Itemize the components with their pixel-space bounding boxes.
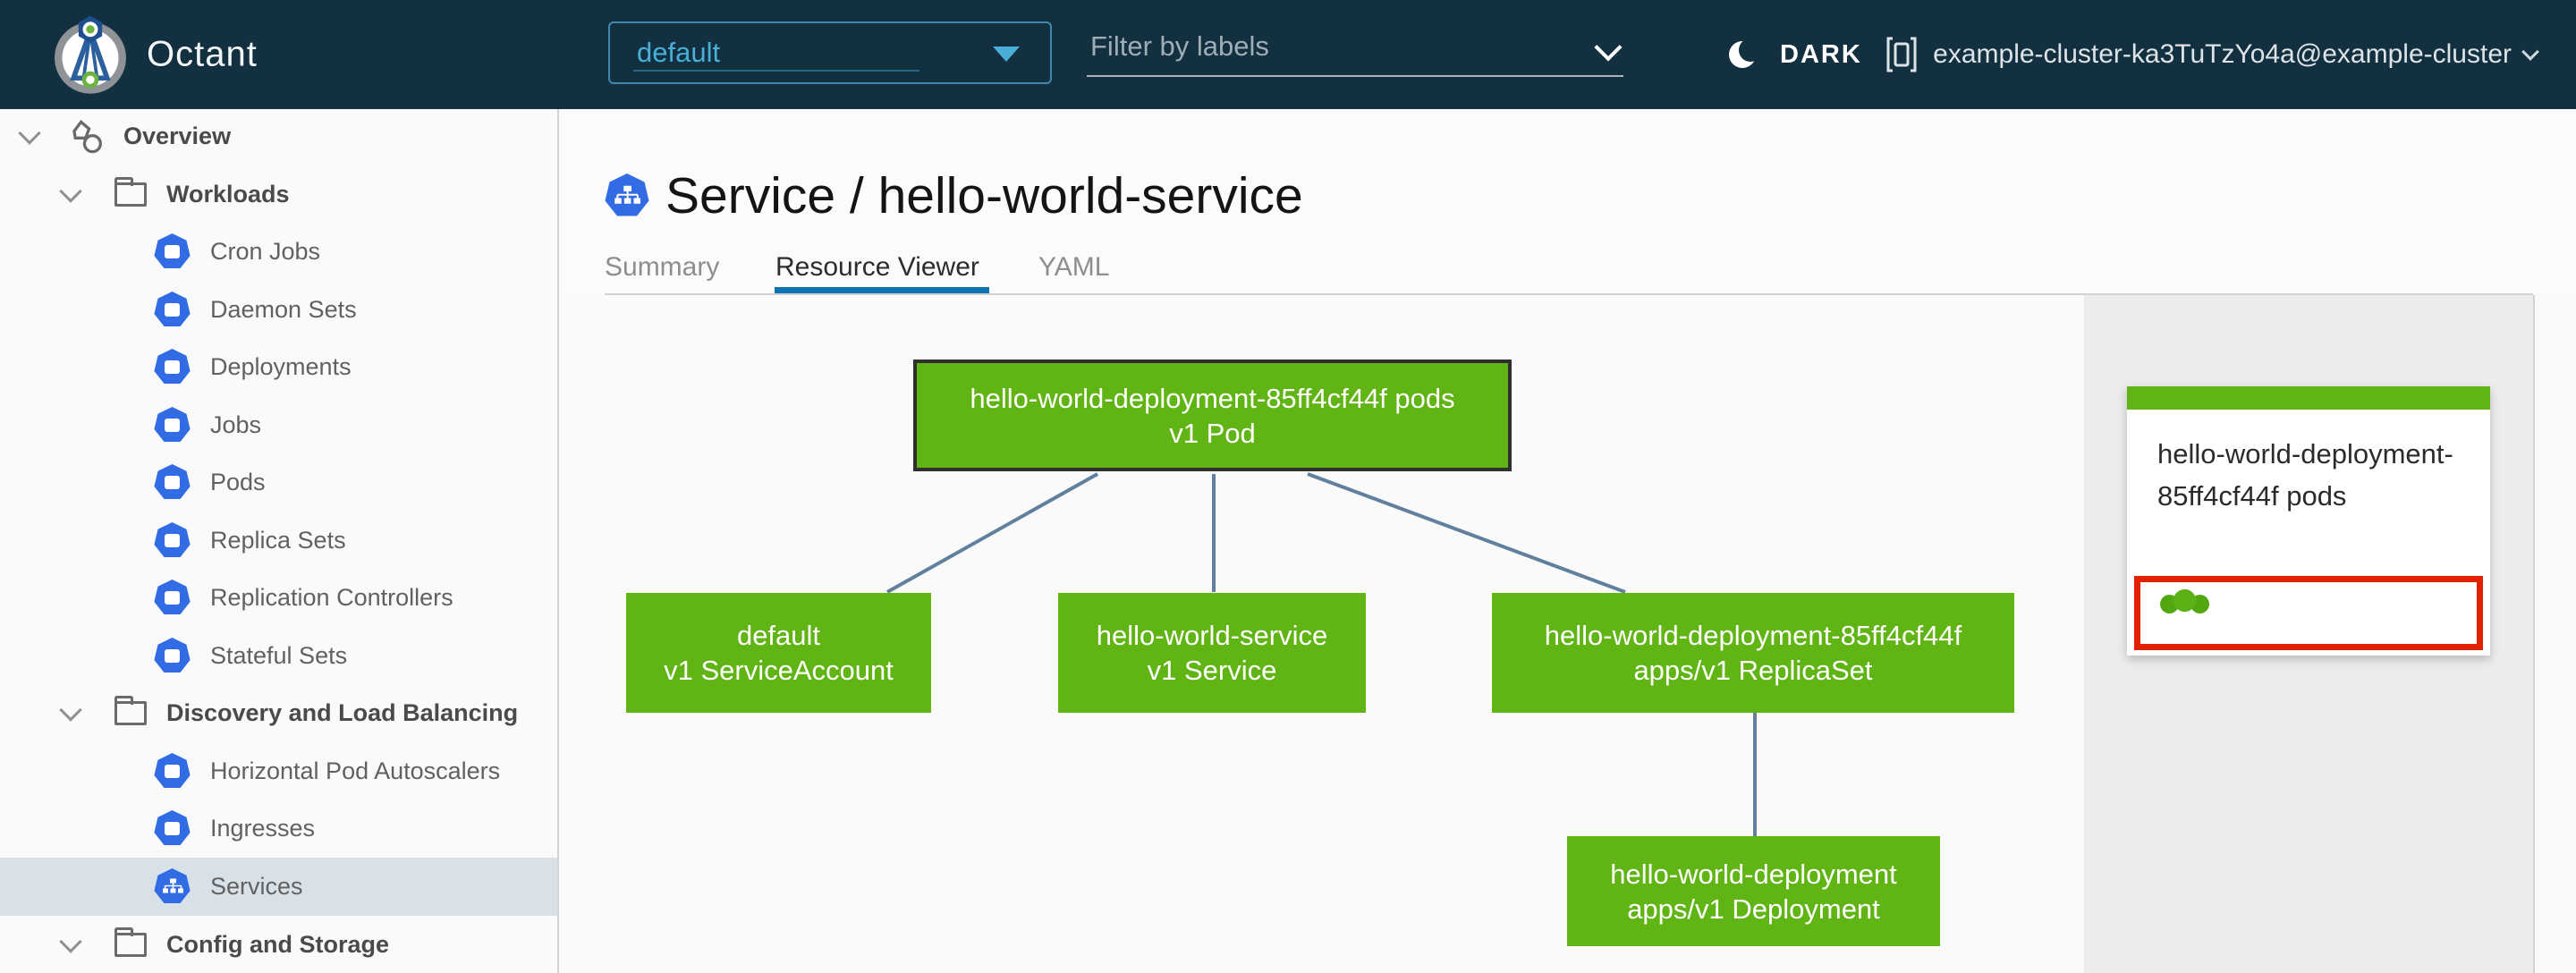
sidebar-item-label: Overview [123,123,232,149]
pod-status-dots [2160,588,2209,613]
cluster-icon [1886,37,1917,72]
node-title: default [736,620,821,651]
sidebar-item-label: Discovery and Load Balancing [166,699,519,726]
ingresses-icon [154,810,191,845]
caret-down-icon [993,47,1020,62]
node-title: hello-world-service [1096,620,1328,651]
graph-node-pod[interactable]: hello-world-deployment-85ff4cf44f pods v… [913,360,1512,471]
sidebar-item-workloads[interactable]: Workloads [0,165,557,224]
sidebar-item-horizontal-pod-autoscalers[interactable]: Horizontal Pod Autoscalers [0,742,557,800]
node-kind: v1 ServiceAccount [664,655,894,686]
app-title: Octant [147,34,258,74]
jobs-icon [154,407,191,442]
replicationcontrollers-icon [154,580,191,614]
sidebar-item-label: Stateful Sets [210,642,348,669]
tab-summary[interactable]: Summary [605,252,719,283]
sidebar-item-replication-controllers[interactable]: Replication Controllers [0,569,557,627]
selected-object-card[interactable]: hello-world-deployment-85ff4cf44f pods [2127,386,2490,656]
moon-icon [1729,38,1762,68]
chevron-down-icon [2521,43,2539,61]
sidebar-item-label: Ingresses [210,815,316,842]
sidebar-item-deployments[interactable]: Deployments [0,338,557,396]
cronjobs-icon [154,233,191,268]
chevron-down-icon[interactable] [59,929,82,953]
label-filter-input[interactable] [1087,23,1623,77]
sidebar-item-daemon-sets[interactable]: Daemon Sets [0,281,557,339]
folder-icon [114,927,147,957]
folder-icon [114,177,147,207]
sidebar-item-config-and-storage[interactable]: Config and Storage [0,916,557,973]
services-icon [154,868,191,903]
pod-status-dot [2173,588,2197,613]
label-filter [1087,23,1623,82]
page-scrollbar-gutter[interactable] [2533,295,2576,973]
deployments-icon [154,349,191,384]
theme-toggle[interactable]: DARK [1724,0,1862,109]
card-status-bar [2127,386,2490,410]
sidebar-item-label: Replica Sets [210,527,346,554]
sidebar-item-stateful-sets[interactable]: Stateful Sets [0,627,557,685]
graph-node-serviceaccount[interactable]: default v1 ServiceAccount [626,593,931,713]
sidebar-item-pods[interactable]: Pods [0,453,557,512]
sidebar-item-label: Config and Storage [166,931,389,958]
folder-icon [114,696,147,725]
pods-icon [154,464,191,499]
node-title: hello-world-deployment-85ff4cf44f pods [970,382,1455,414]
graph-node-replicaset[interactable]: hello-world-deployment-85ff4cf44f apps/v… [1492,593,2014,713]
sidebar-item-label: Daemon Sets [210,296,357,323]
namespace-select-underline [633,70,919,72]
sidebar-item-discovery-and-load-balancing[interactable]: Discovery and Load Balancing [0,684,557,742]
resource-graph[interactable]: hello-world-deployment-85ff4cf44f pods v… [561,295,2084,973]
node-title: hello-world-deployment-85ff4cf44f [1544,620,1962,651]
context-label: example-cluster-ka3TuTzYo4a@example-clus… [1933,39,2512,69]
statefulsets-icon [154,638,191,673]
node-kind: v1 Service [1147,655,1277,686]
applications-icon [72,119,102,153]
pod-status-highlight[interactable] [2134,576,2483,650]
sidebar-item-label: Deployments [210,353,352,380]
node-title: hello-world-deployment [1610,858,1897,890]
tab-resource-viewer[interactable]: Resource Viewer [775,252,979,283]
chevron-down-icon[interactable] [18,121,41,145]
sidebar-item-cron-jobs[interactable]: Cron Jobs [0,223,557,281]
sidebar-item-label: Services [210,873,303,900]
node-kind: v1 Pod [1169,417,1256,449]
sidebar-item-overview[interactable]: Overview [0,109,557,165]
sidebar-item-label: Workloads [166,181,290,207]
chevron-down-icon[interactable] [59,698,82,722]
namespace-select-value: default [637,37,721,68]
node-kind: apps/v1 ReplicaSet [1633,655,1873,686]
active-tab-underline [775,287,989,293]
theme-toggle-label: DARK [1780,39,1862,69]
app-header: Octant default DARK example-cluster-ka3T… [0,0,2576,109]
context-selector[interactable]: example-cluster-ka3TuTzYo4a@example-clus… [1885,0,2539,109]
selection-panel: hello-world-deployment-85ff4cf44f pods [2084,295,2533,973]
octant-logo [55,15,126,94]
sidebar-item-services[interactable]: Services [0,858,557,916]
sidebar-item-label: Jobs [210,411,262,438]
sidebar-item-label: Replication Controllers [210,584,453,611]
daemonsets-icon [154,292,191,326]
sidebar-item-label: Pods [210,469,266,495]
namespace-select[interactable]: default [608,21,1052,84]
chevron-down-icon[interactable] [59,179,82,203]
replicasets-icon [154,522,191,557]
sidebar-item-replica-sets[interactable]: Replica Sets [0,512,557,570]
sidebar-item-ingresses[interactable]: Ingresses [0,800,557,858]
node-kind: apps/v1 Deployment [1627,893,1880,925]
graph-node-service[interactable]: hello-world-service v1 Service [1058,593,1366,713]
sidebar-item-jobs[interactable]: Jobs [0,396,557,454]
sidebar-item-label: Cron Jobs [210,238,321,265]
sidebar-item-label: Horizontal Pod Autoscalers [210,757,501,784]
horizontalpodautoscalers-icon [154,753,191,788]
card-title: hello-world-deployment-85ff4cf44f pods [2157,438,2453,512]
sidebar-nav: Overview Workloads Cron Jobs Daemon Sets… [0,109,559,973]
graph-node-deployment[interactable]: hello-world-deployment apps/v1 Deploymen… [1567,836,1940,946]
tab-yaml[interactable]: YAML [1038,252,1109,283]
page-title: Service / hello-world-service [665,167,1303,224]
